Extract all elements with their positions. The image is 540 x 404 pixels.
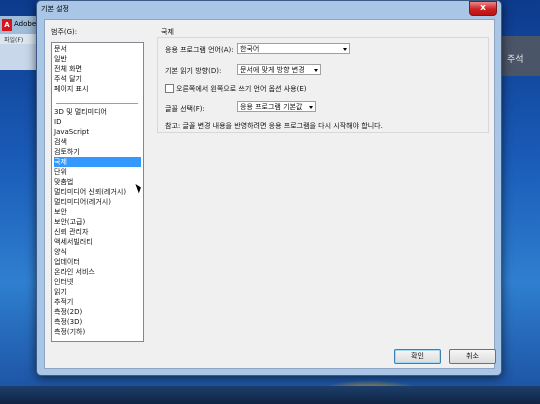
font-select[interactable]: 응용 프로그램 기본값: [237, 101, 316, 112]
category-item-selected[interactable]: 국제: [54, 157, 141, 167]
comment-panel-label[interactable]: 주석: [507, 52, 524, 65]
preferences-dialog: 기본 설정 x 범주(G): 문서 일반 전체 화면 주석 달기 페이지 표시 …: [36, 0, 502, 376]
category-item[interactable]: 단위: [54, 167, 141, 177]
category-item[interactable]: 양식: [54, 247, 141, 257]
category-separator: [56, 103, 138, 104]
categories-list[interactable]: 문서 일반 전체 화면 주석 달기 페이지 표시 3D 및 멀티미디어 ID J…: [51, 42, 144, 342]
category-item[interactable]: 맞춤법: [54, 177, 141, 187]
categories-label: 범주(G):: [51, 28, 78, 36]
category-item[interactable]: 3D 및 멀티미디어: [54, 107, 141, 117]
reading-direction-label: 기본 읽기 방향(D):: [165, 67, 222, 75]
adobe-logo-icon: A: [2, 19, 12, 31]
category-item[interactable]: 인터넷: [54, 277, 141, 287]
taskbar: [0, 386, 540, 404]
category-item[interactable]: 온라인 서비스: [54, 267, 141, 277]
app-language-label: 응용 프로그램 언어(A):: [165, 46, 234, 54]
category-item[interactable]: 업데이터: [54, 257, 141, 267]
reading-direction-value: 문서에 맞게 방향 변경: [240, 66, 305, 74]
category-item[interactable]: 읽기: [54, 287, 141, 297]
chevron-down-icon: [314, 69, 318, 72]
category-item[interactable]: 멀티미디어 신뢰(레거시): [54, 187, 141, 197]
rtl-options-checkbox[interactable]: [165, 84, 174, 93]
app-language-value: 한국어: [240, 45, 260, 53]
category-item[interactable]: 보안: [54, 207, 141, 217]
dialog-body: 범주(G): 문서 일반 전체 화면 주석 달기 페이지 표시 3D 및 멀티미…: [44, 19, 496, 369]
dialog-title: 기본 설정: [41, 5, 69, 13]
menu-file[interactable]: 파일(F): [4, 35, 23, 44]
app-title: Adobe: [14, 20, 37, 28]
category-item[interactable]: 주석 달기: [54, 74, 141, 84]
rtl-options-label[interactable]: 오른쪽에서 왼쪽으로 쓰기 언어 옵션 사용(E): [176, 84, 307, 94]
category-item[interactable]: 추적기: [54, 297, 141, 307]
category-item[interactable]: 페이지 표시: [54, 84, 141, 94]
app-language-select[interactable]: 한국어: [237, 43, 350, 54]
category-item[interactable]: 문서: [54, 44, 141, 54]
app-toolbar: [0, 44, 40, 70]
category-item[interactable]: ID: [54, 117, 141, 127]
cancel-button[interactable]: 취소: [449, 349, 496, 364]
category-item[interactable]: 측정(기하): [54, 327, 141, 337]
reading-direction-select[interactable]: 문서에 맞게 방향 변경: [237, 64, 321, 75]
category-item[interactable]: 신뢰 관리자: [54, 227, 141, 237]
category-item[interactable]: 보안(고급): [54, 217, 141, 227]
category-item[interactable]: 전체 화면: [54, 64, 141, 74]
category-item[interactable]: 측정(2D): [54, 307, 141, 317]
category-item[interactable]: 검토하기: [54, 147, 141, 157]
category-item[interactable]: 측정(3D): [54, 317, 141, 327]
section-title: 국제: [161, 28, 174, 36]
chevron-down-icon: [343, 48, 347, 51]
ok-button[interactable]: 확인: [394, 349, 441, 364]
category-item[interactable]: JavaScript: [54, 127, 141, 137]
font-select-label: 글꼴 선택(F):: [165, 105, 205, 113]
font-select-value: 응용 프로그램 기본값: [240, 103, 303, 111]
close-button[interactable]: x: [469, 1, 497, 16]
chevron-down-icon: [309, 106, 313, 109]
category-item[interactable]: 멀티미디어(레거시): [54, 197, 141, 207]
category-item[interactable]: 검색: [54, 137, 141, 147]
restart-note: 참고: 글꼴 변경 내용을 반영하려면 응용 프로그램을 다시 시작해야 합니다…: [165, 122, 383, 130]
category-item[interactable]: 일반: [54, 54, 141, 64]
category-item[interactable]: 액세서빌러티: [54, 237, 141, 247]
